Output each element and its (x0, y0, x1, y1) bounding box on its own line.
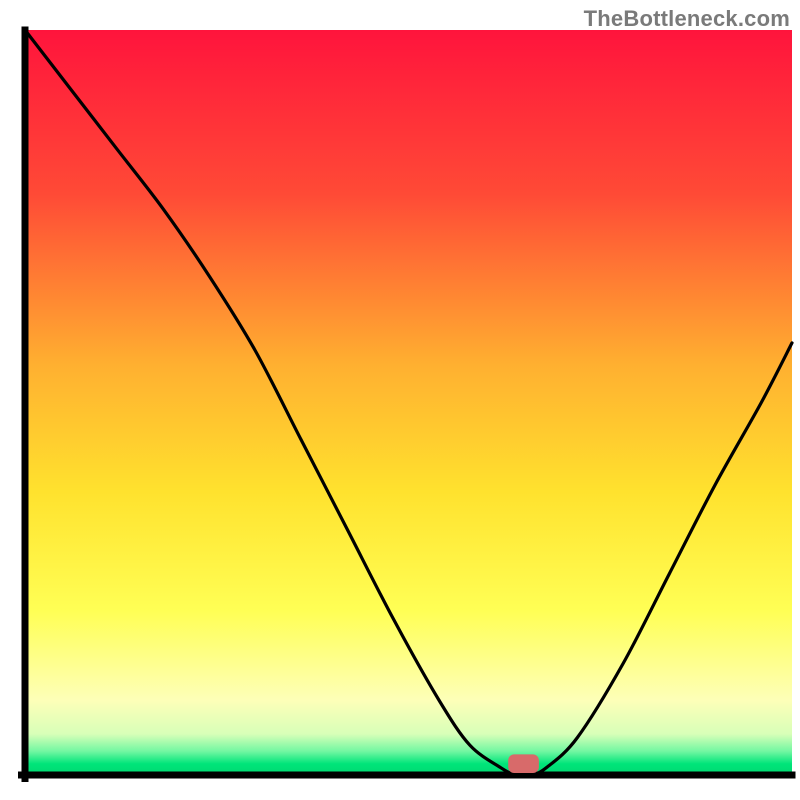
bottleneck-chart: TheBottleneck.com (0, 0, 800, 800)
chart-svg (0, 0, 800, 800)
minimum-notch-marker (508, 754, 539, 773)
watermark-text: TheBottleneck.com (584, 6, 790, 32)
plot-background (25, 30, 792, 775)
